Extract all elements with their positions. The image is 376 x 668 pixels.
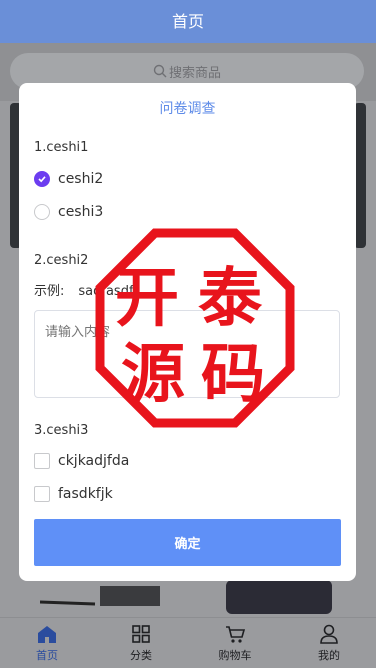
q3-option-label: ckjkadjfda (58, 453, 130, 469)
q3-option-ckjkadjfda[interactable]: ckjkadjfda (34, 453, 129, 469)
radio-icon (34, 204, 50, 220)
cart-icon (226, 626, 246, 643)
home-icon (38, 626, 56, 643)
svg-text:码: 码 (201, 337, 265, 412)
tab-category[interactable]: 分类 (94, 618, 188, 668)
tab-label: 分类 (130, 649, 152, 662)
question-2-title: 2.ceshi2 (34, 253, 89, 268)
checkbox-icon (34, 453, 50, 469)
grid-icon (132, 625, 150, 643)
q3-option-fasdkfjk[interactable]: fasdkfjk (34, 486, 113, 502)
q1-option-ceshi2[interactable]: ceshi2 (34, 171, 103, 187)
watermark-seal: 开 泰 源 码 (95, 228, 295, 428)
tab-cart[interactable]: 购物车 (188, 618, 282, 668)
q1-option-label: ceshi3 (58, 204, 104, 220)
tab-label: 我的 (318, 649, 340, 662)
svg-text:源: 源 (121, 337, 185, 412)
question-3-title: 3.ceshi3 (34, 423, 89, 438)
tab-home[interactable]: 首页 (0, 618, 94, 668)
tab-label: 首页 (36, 649, 58, 662)
svg-text:开: 开 (115, 261, 179, 336)
tab-profile[interactable]: 我的 (282, 618, 376, 668)
svg-text:泰: 泰 (198, 261, 263, 336)
q1-option-ceshi3[interactable]: ceshi3 (34, 204, 103, 220)
q3-option-label: fasdkfjk (58, 486, 113, 502)
q1-option-label: ceshi2 (58, 171, 104, 187)
checkbox-icon (34, 486, 50, 502)
bottom-tab-bar: 首页 分类 购物车 我的 (0, 617, 376, 668)
radio-checked-icon (34, 171, 50, 187)
user-icon (320, 624, 338, 644)
tab-label: 购物车 (218, 649, 252, 662)
question-1-title: 1.ceshi1 (34, 140, 89, 155)
example-label: 示例: (34, 284, 65, 299)
modal-title: 问卷调查 (159, 101, 216, 117)
confirm-button[interactable]: 确定 (34, 519, 341, 566)
